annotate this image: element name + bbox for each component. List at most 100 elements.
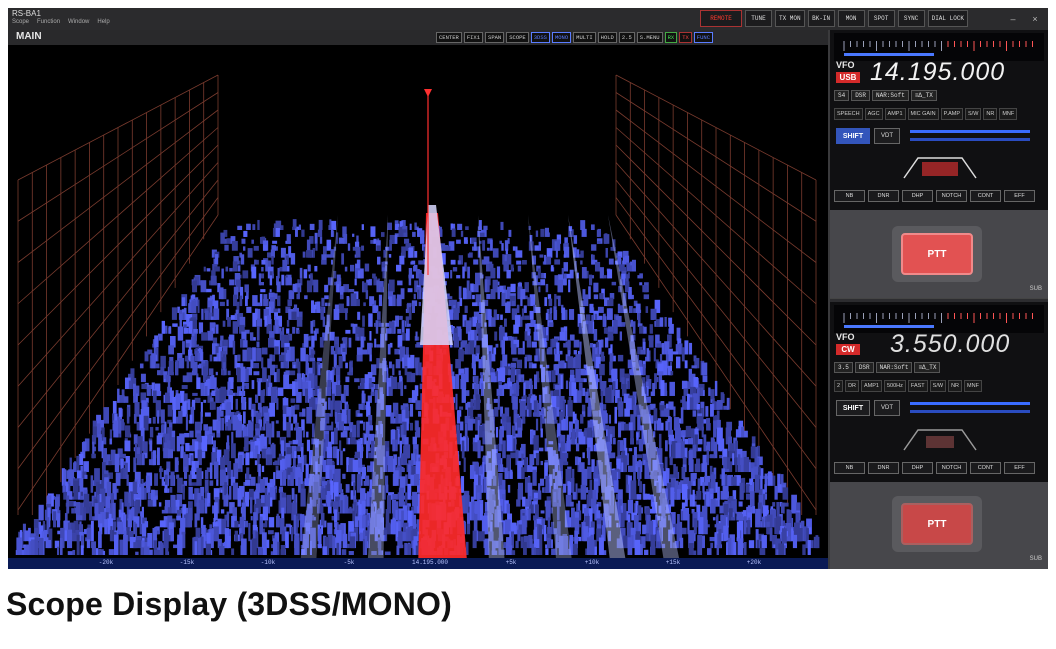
scope-button-7[interactable]: HOLD [597,32,617,43]
toolbar-button-4[interactable]: MON [837,10,865,27]
sub-shift-button[interactable]: SHIFT [836,400,870,416]
spectrum-noise [180,390,185,403]
menu-help[interactable]: Help [97,19,109,25]
sub-setting-5[interactable]: S/W [929,380,947,392]
scope-button-4[interactable]: 3DSS [530,32,550,43]
spectrum-noise [196,467,202,486]
toolbar-button-6[interactable]: SYNC [897,10,925,27]
sub-info-line: 3.5 DSR NAR:Soft ≡Δ_TX [834,362,941,373]
spectrum-noise [692,489,695,507]
sub-setting-7[interactable]: MNF [964,380,982,392]
spectrum-noise [250,476,256,486]
main-setting-4[interactable]: P.AMP [940,108,963,120]
spectrum-noise [510,283,516,293]
toolbar-button-5[interactable]: SPOT [867,10,895,27]
close-icon[interactable]: × [1026,11,1044,26]
spectrum-3d-display[interactable] [8,45,828,558]
spectrum-noise [500,221,504,230]
scope-button-12[interactable]: FUNC [693,32,713,43]
spectrum-noise [593,294,599,300]
main-dhp-button[interactable]: DHP [902,190,933,202]
toolbar-button-2[interactable]: TX MON [775,10,805,27]
menu-scope[interactable]: Scope [12,19,29,25]
scope-button-11[interactable]: TX [679,32,692,43]
main-shift-button[interactable]: SHIFT [836,128,870,144]
sub-info-1[interactable]: DSR [854,362,874,373]
spectrum-noise [259,520,264,535]
spectrum-noise [483,256,490,265]
scope-button-10[interactable]: RX [664,32,678,43]
toolbar-button-1[interactable]: TUNE [745,10,772,27]
main-info-3[interactable]: ≡Δ_TX [910,90,937,101]
sub-frequency[interactable]: 3.550.000 [890,330,1010,359]
spectrum-noise [344,266,348,272]
main-eff-button[interactable]: EFF [1004,190,1035,202]
main-setting-7[interactable]: MNF [999,108,1018,120]
spectrum-noise [735,457,738,473]
sub-mode-badge[interactable]: CW [836,344,860,355]
scope-button-9[interactable]: S.MENU [636,32,663,43]
spectrum-noise [675,356,681,369]
sub-setting-3[interactable]: 500Hz [884,380,906,392]
menu-function[interactable]: Function [37,19,60,25]
spectrum-noise [151,353,156,369]
spectrum-noise [627,537,633,555]
main-setting-3[interactable]: MIC GAIN [907,108,939,120]
main-info-0[interactable]: S4 [834,90,850,101]
spectrum-noise [249,332,254,341]
main-dnr-button[interactable]: DNR [868,190,899,202]
scope-button-0[interactable]: CENTER [436,32,462,43]
main-info-2[interactable]: NAR:Soft [872,90,909,101]
spectrum-noise [296,391,302,403]
sub-info-0[interactable]: 3.5 [834,362,853,373]
scope-button-1[interactable]: FIX1 [463,32,484,43]
main-ptt-button[interactable]: PTT [901,233,973,275]
sub-info-2[interactable]: NAR:Soft [875,362,913,373]
spectrum-noise [230,443,236,459]
main-frequency[interactable]: 14.195.000 [870,58,1005,87]
main-mode-badge[interactable]: USB [836,72,860,83]
spectrum-noise [296,293,300,300]
main-sub-label[interactable]: SUB [1030,286,1042,292]
scope-button-5[interactable]: MONO [551,32,572,43]
main-cont-button[interactable]: CONT [970,190,1001,202]
main-notch-button[interactable]: NOTCH [936,190,967,202]
spectrum-noise [275,227,280,237]
spectrum-noise [499,367,506,383]
minimize-icon[interactable]: – [1004,11,1022,26]
main-info-1[interactable]: DSR [851,90,871,101]
spectrum-noise [213,502,218,521]
scope-button-8[interactable]: 2.5 [618,32,635,43]
sub-setting-6[interactable]: NR [948,380,963,392]
sub-setting-1[interactable]: DR [845,380,860,392]
toolbar-button-0[interactable]: REMOTE [700,10,742,27]
main-vdt-slider[interactable] [910,138,1030,141]
main-vfo-label: VFO [836,60,855,70]
toolbar-button-3[interactable]: BK-IN [807,10,835,27]
scope-button-3[interactable]: SCOPE [506,32,529,43]
main-nb-button[interactable]: NB [834,190,865,202]
main-setting-5[interactable]: S/W [965,108,982,120]
scope-button-6[interactable]: MULTI [573,32,596,43]
spectrum-noise [408,464,411,479]
main-shift-slider[interactable] [910,130,1030,133]
main-setting-2[interactable]: AMP1 [884,108,906,120]
menu-window[interactable]: Window [68,19,89,25]
spectrum-noise [169,486,173,493]
sub-setting-0[interactable]: 2 [834,380,844,392]
spectrum-noise [669,456,673,466]
main-setting-1[interactable]: AGC [864,108,883,120]
main-vdt-button[interactable]: VDT [874,128,900,144]
spectrum-noise [705,406,709,417]
sub-setting-4[interactable]: FAST [907,380,928,392]
spectrum-noise [533,435,539,452]
spectrum-noise [234,520,239,528]
spectrum-noise [728,537,732,555]
main-setting-6[interactable]: NR [983,108,998,120]
sub-info-3[interactable]: ≡Δ_TX [914,362,941,373]
spectrum-noise [395,509,398,521]
main-setting-0[interactable]: SPEECH [834,108,863,120]
scope-button-2[interactable]: SPAN [485,32,505,43]
toolbar-button-7[interactable]: DIAL LOCK [927,10,969,27]
sub-setting-2[interactable]: AMP1 [861,380,882,392]
